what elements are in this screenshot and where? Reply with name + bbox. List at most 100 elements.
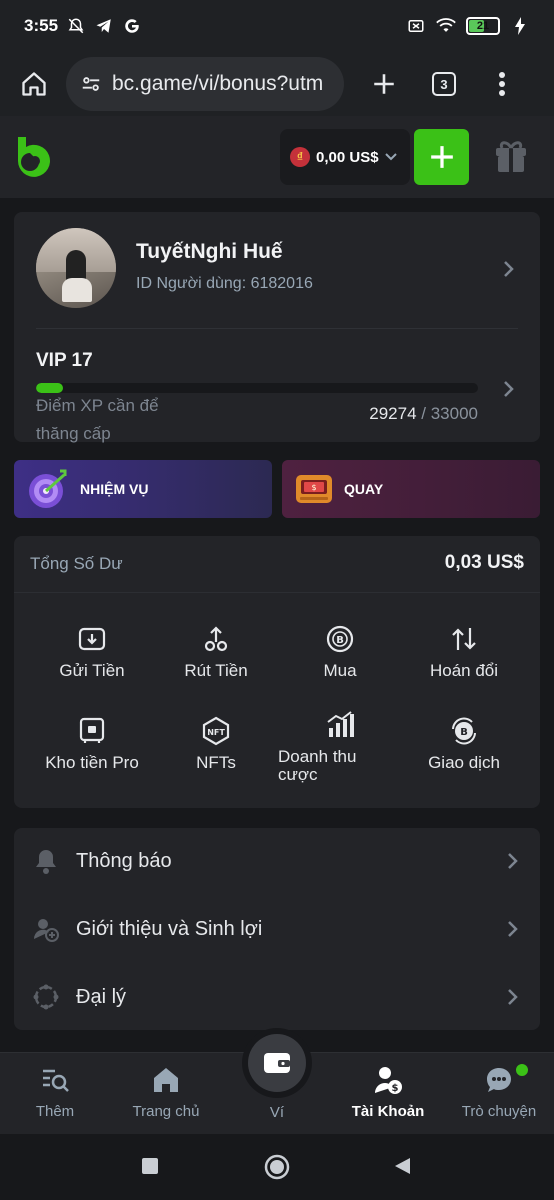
chat-notification-dot	[514, 1062, 530, 1078]
wifi-icon	[436, 17, 456, 35]
vault-pro-button[interactable]: Kho tiền Pro	[30, 716, 154, 772]
referral-icon	[33, 919, 59, 942]
menu-item-referral[interactable]: Giới thiệu và Sinh lợi	[14, 896, 540, 962]
browser-toolbar: bc.game/vi/bonus?utm 3	[0, 52, 554, 116]
spin-button[interactable]: $ QUAY	[282, 460, 540, 518]
browser-menu-button[interactable]	[482, 64, 522, 104]
missions-label: NHIỆM VỤ	[80, 481, 149, 497]
currency-selector[interactable]: ₫ 0,00 US$	[280, 129, 410, 185]
home-button[interactable]	[14, 64, 54, 104]
nav-label: Trang chủ	[132, 1103, 200, 1120]
xp-current: 29274	[369, 404, 417, 423]
wager-revenue-button[interactable]: Doanh thu cược	[278, 710, 402, 784]
menu-item-notifications[interactable]: Thông báo	[14, 828, 540, 894]
swap-button[interactable]: Hoán đổi	[402, 624, 526, 680]
transactions-icon: B	[452, 717, 476, 745]
action-label: Mua	[323, 661, 357, 680]
chevron-right-icon	[508, 853, 518, 869]
deposit-button[interactable]: Gửi Tiền	[30, 624, 154, 680]
no-sim-icon	[406, 17, 426, 35]
plus-icon	[430, 146, 453, 168]
nav-wallet-label: Ví	[269, 1104, 285, 1121]
divider	[36, 328, 518, 329]
xp-values: 29274 / 33000	[369, 404, 478, 424]
chevron-right-icon	[508, 989, 518, 1005]
vault-icon	[79, 717, 105, 743]
xp-total: 33000	[430, 404, 478, 423]
nav-wallet-button[interactable]	[242, 1028, 312, 1098]
total-balance-value: 0,03 US$	[444, 552, 524, 573]
account-icon: $	[375, 1067, 402, 1094]
nav-label: Trò chuyện	[461, 1103, 537, 1120]
menu-card: Thông báo Giới thiệu và Sinh lợi Đại lý	[14, 828, 540, 1030]
action-label: Hoán đổi	[429, 661, 499, 680]
svg-text:B: B	[336, 635, 344, 646]
home-circle-icon[interactable]	[264, 1154, 290, 1180]
xp-label: Điểm XP cần để thăng cấp	[36, 396, 159, 443]
slot-machine-icon: $	[296, 475, 332, 503]
action-label: Rút Tiền	[184, 661, 248, 680]
telegram-icon	[94, 17, 114, 35]
plus-icon	[374, 74, 394, 94]
bc-logo-icon[interactable]	[14, 135, 52, 179]
chat-icon	[487, 1068, 511, 1092]
back-icon[interactable]	[392, 1156, 412, 1176]
charging-icon	[510, 17, 530, 35]
app-header: ₫ 0,00 US$	[0, 116, 554, 198]
nav-chat[interactable]: Trò chuyện	[444, 1053, 554, 1135]
new-tab-button[interactable]	[364, 64, 404, 104]
avatar[interactable]	[36, 228, 116, 308]
bar-chart-icon	[327, 711, 354, 737]
gift-icon[interactable]	[494, 138, 528, 174]
tab-count: 3	[432, 72, 456, 96]
svg-text:$: $	[311, 483, 316, 492]
home-icon	[154, 1068, 178, 1092]
nav-account[interactable]: $ Tài Khoản	[333, 1053, 443, 1135]
withdraw-icon	[204, 626, 228, 652]
google-icon	[122, 17, 142, 35]
withdraw-button[interactable]: Rút Tiền	[154, 624, 278, 680]
address-bar[interactable]: bc.game/vi/bonus?utm	[66, 57, 344, 111]
deposit-plus-button[interactable]	[414, 129, 469, 185]
action-label: NFTs	[196, 753, 236, 772]
action-label: Gửi Tiền	[59, 661, 125, 680]
wallet-card: Tổng Số Dư 0,03 US$ Gửi Tiền Rút Tiền B …	[14, 536, 540, 808]
menu-label: Thông báo	[76, 849, 172, 872]
missions-button[interactable]: NHIỆM VỤ	[14, 460, 272, 518]
svg-text:B: B	[460, 727, 468, 738]
nav-home[interactable]: Trang chủ	[111, 1053, 221, 1135]
action-label: Giao dịch	[428, 753, 500, 772]
tab-switcher-button[interactable]: 3	[424, 64, 464, 104]
xp-separator: /	[416, 404, 431, 423]
bell-off-icon	[66, 17, 86, 35]
buy-crypto-button[interactable]: B Mua	[278, 624, 402, 680]
chevron-right-icon[interactable]	[502, 260, 516, 278]
more-vert-icon	[499, 72, 505, 96]
status-time: 3:55	[24, 16, 59, 35]
chevron-right-icon[interactable]	[502, 380, 516, 398]
target-icon	[29, 469, 67, 508]
home-outline-icon	[22, 72, 46, 96]
svg-text:$: $	[392, 1083, 399, 1094]
divider	[14, 592, 540, 593]
profile-name: TuyếtNghi Huế	[136, 240, 283, 263]
menu-item-agent[interactable]: Đại lý	[14, 964, 540, 1030]
wallet-icon	[264, 1053, 290, 1073]
menu-label: Giới thiệu và Sinh lợi	[76, 917, 263, 940]
nfts-button[interactable]: NFT NFTs	[154, 716, 278, 772]
buy-crypto-icon: B	[326, 625, 354, 653]
bell-icon	[36, 850, 56, 874]
user-id: ID Người dùng: 6182016	[136, 275, 313, 292]
nav-label: Tài Khoản	[351, 1103, 425, 1120]
swap-icon	[452, 628, 476, 650]
svg-text:NFT: NFT	[207, 728, 225, 737]
menu-label: Đại lý	[76, 985, 127, 1008]
transactions-button[interactable]: B Giao dịch	[402, 716, 526, 772]
action-label: Kho tiền Pro	[45, 753, 139, 772]
nav-more[interactable]: Thêm	[0, 1053, 110, 1135]
spin-label: QUAY	[344, 481, 384, 497]
recents-icon[interactable]	[140, 1156, 160, 1176]
site-settings-icon	[82, 77, 100, 91]
nft-icon: NFT	[202, 716, 230, 746]
header-balance: 0,00 US$	[316, 148, 379, 166]
